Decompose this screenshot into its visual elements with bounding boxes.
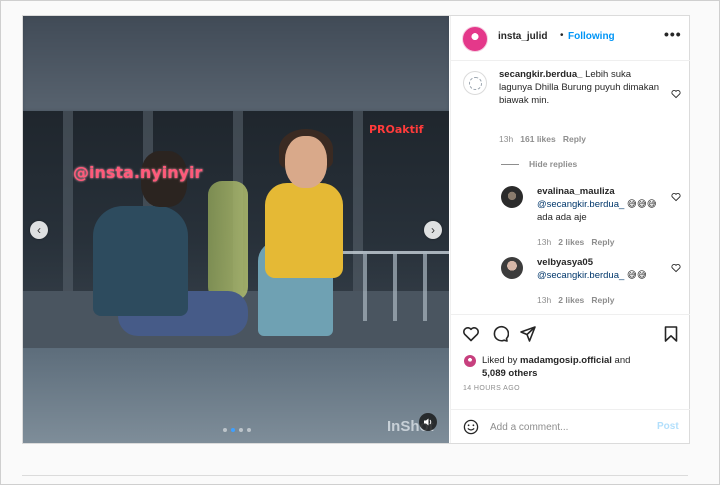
heart-icon[interactable] <box>671 192 681 202</box>
liked-by-line: Liked by madamgosip.official and <box>482 355 630 366</box>
carousel-dot <box>223 428 227 432</box>
reply-time: 13h <box>537 295 552 305</box>
reply-username[interactable]: velbyasya05 <box>537 257 593 268</box>
heart-icon[interactable] <box>671 263 681 273</box>
author-username[interactable]: insta_julid <box>498 31 547 42</box>
following-button[interactable]: Following <box>568 31 615 42</box>
post-side-panel: insta_julid • Following ••• secangkir.be… <box>450 16 690 443</box>
reply-meta: 13h 2 likes Reply <box>537 237 615 247</box>
carousel-dot <box>247 428 251 432</box>
post-header: insta_julid • Following ••• <box>451 16 690 61</box>
post-actions-bar <box>451 314 690 351</box>
speaker-icon <box>424 418 432 426</box>
like-heart-icon[interactable] <box>462 325 480 343</box>
video-blur-top <box>23 16 449 111</box>
rail-post <box>393 251 397 321</box>
liker-username[interactable]: madamgosip.official <box>520 355 612 366</box>
reply-username[interactable]: evalinaa_mauliza <box>537 186 615 197</box>
chevron-right-icon: › <box>431 223 435 237</box>
liker-avatar[interactable] <box>464 355 476 367</box>
man-figure <box>93 206 188 316</box>
reply-meta: 13h 2 likes Reply <box>537 295 615 305</box>
reply-button[interactable]: Reply <box>591 237 614 247</box>
comment-likes[interactable]: 161 likes <box>520 134 555 144</box>
comment-meta: 13h 161 likes Reply <box>499 134 586 144</box>
reply-emoji: 😅😅 <box>626 270 647 281</box>
reply-time: 13h <box>537 237 552 247</box>
reply-emoji: 😅😅😅 <box>626 199 657 210</box>
reply-mention[interactable]: @secangkir.berdua_ <box>537 270 624 281</box>
mute-toggle-button[interactable] <box>419 413 437 431</box>
header-separator: • <box>560 30 564 41</box>
channel-logo: PROaktif <box>369 123 424 136</box>
comment-username[interactable]: secangkir.berdua_ <box>499 69 582 80</box>
author-avatar[interactable] <box>462 26 488 52</box>
comment-time: 13h <box>499 134 514 144</box>
post-timestamp[interactable]: 14 HOURS AGO <box>463 385 520 392</box>
comment-bubble-icon[interactable] <box>491 325 509 343</box>
video-frame <box>23 111 449 348</box>
liked-by-prefix: Liked by <box>482 355 518 366</box>
carousel-dot <box>231 428 235 432</box>
more-options-icon[interactable]: ••• <box>664 26 682 42</box>
bookmark-icon[interactable] <box>662 325 680 343</box>
reply-body: evalinaa_mauliza @secangkir.berdua_ 😅😅😅 … <box>537 185 667 224</box>
carousel-dot <box>239 428 243 432</box>
video-watermark: @insta.nyinyir <box>73 163 203 182</box>
commenter-avatar[interactable] <box>463 71 487 95</box>
carousel-next-button[interactable]: › <box>424 221 442 239</box>
divider <box>22 475 688 476</box>
reply-mention[interactable]: @secangkir.berdua_ <box>537 199 624 210</box>
reply-button[interactable]: Reply <box>591 295 614 305</box>
reply-likes[interactable]: 2 likes <box>558 295 584 305</box>
woman-figure <box>265 183 343 278</box>
post-media-video[interactable]: @insta.nyinyir PROaktif InShot ‹ › <box>23 16 449 443</box>
rail-post <box>363 251 367 321</box>
emoji-smiley-icon[interactable] <box>463 419 479 435</box>
carousel-prev-button[interactable]: ‹ <box>30 221 48 239</box>
woman-figure-head <box>285 136 327 188</box>
hide-replies-button[interactable]: Hide replies <box>501 159 577 169</box>
share-send-icon[interactable] <box>519 325 537 343</box>
reply-text: ada ada aje <box>537 212 587 223</box>
comment-body: secangkir.berdua_ Lebih suka lagunya Dhi… <box>499 68 664 107</box>
reply-button[interactable]: Reply <box>563 134 586 144</box>
others-count[interactable]: 5,089 others <box>482 368 537 379</box>
cactus-plant <box>208 181 248 301</box>
commenter-avatar[interactable] <box>501 257 523 279</box>
comment-input[interactable] <box>490 419 640 435</box>
reply-body: velbyasya05 @secangkir.berdua_ 😅😅 <box>537 256 667 282</box>
add-comment-bar: Post <box>451 409 690 444</box>
commenter-avatar[interactable] <box>501 186 523 208</box>
comments-list[interactable]: secangkir.berdua_ Lebih suka lagunya Dhi… <box>451 61 690 313</box>
heart-icon[interactable] <box>671 89 681 99</box>
reply-likes[interactable]: 2 likes <box>558 237 584 247</box>
post-comment-button[interactable]: Post <box>657 421 679 432</box>
chevron-left-icon: ‹ <box>37 223 41 237</box>
liked-by-connector: and <box>614 355 631 366</box>
rail-post <box>423 251 427 321</box>
instagram-post: @insta.nyinyir PROaktif InShot ‹ › insta… <box>22 15 690 444</box>
carousel-indicator <box>223 428 251 432</box>
